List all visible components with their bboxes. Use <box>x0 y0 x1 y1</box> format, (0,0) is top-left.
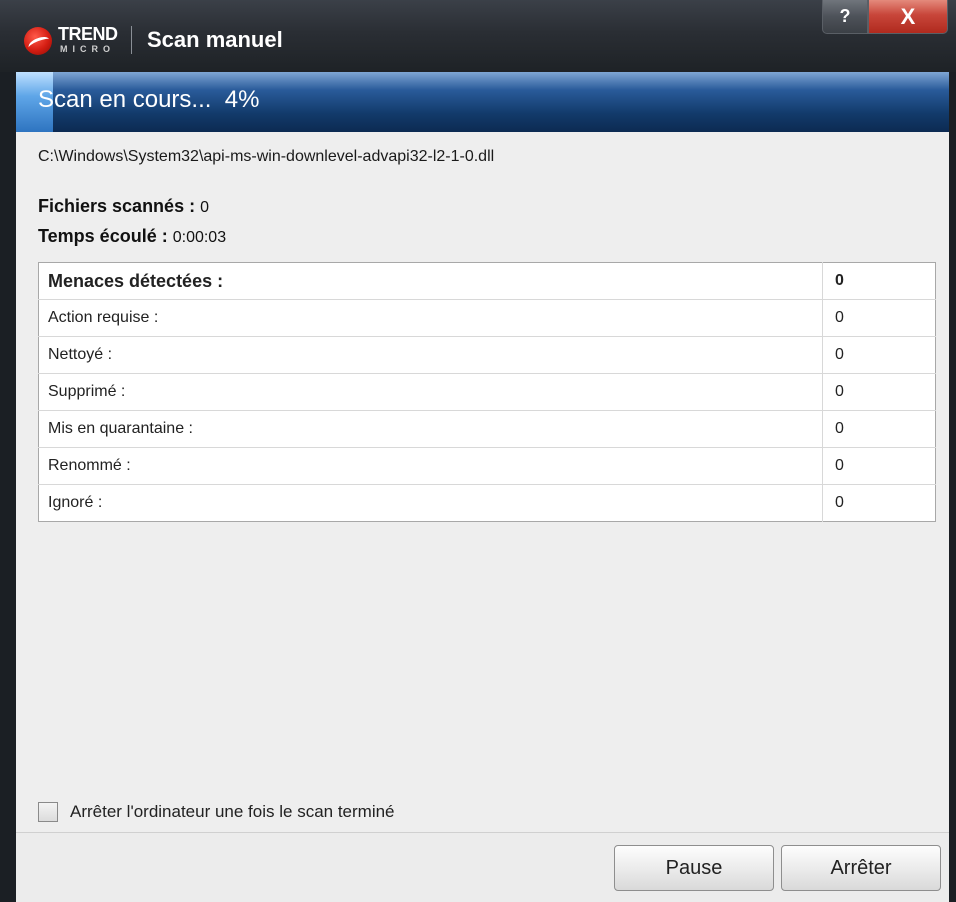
scan-progress-bar: Scan en cours... 4% <box>16 72 949 132</box>
progress-label: Scan en cours... <box>38 86 212 113</box>
logo-brand: TREND <box>58 24 118 44</box>
trend-micro-logo-icon <box>24 27 52 55</box>
elapsed-time-value: 0:00:03 <box>172 229 227 246</box>
row-label: Action requise : <box>38 299 823 337</box>
row-label: Renommé : <box>38 447 823 485</box>
threats-detected-label: Menaces détectées : <box>38 262 823 300</box>
row-value: 0 <box>822 373 936 411</box>
title-separator <box>131 26 132 54</box>
row-value: 0 <box>822 336 936 374</box>
table-row: Supprimé : 0 <box>38 373 936 411</box>
row-value: 0 <box>822 447 936 485</box>
shutdown-label: Arrêter l'ordinateur une fois le scan te… <box>70 802 395 821</box>
row-value: 0 <box>822 410 936 448</box>
table-row: Renommé : 0 <box>38 447 936 485</box>
elapsed-time: Temps écoulé : 0:00:03 <box>38 226 226 247</box>
window-title: Scan manuel <box>147 27 283 52</box>
current-file-path: C:\Windows\System32\api-ms-win-downlevel… <box>38 148 495 165</box>
pause-button[interactable]: Pause <box>614 845 774 891</box>
table-row: Action requise : 0 <box>38 299 936 337</box>
row-label: Ignoré : <box>48 494 103 511</box>
table-row: Mis en quarantaine : 0 <box>38 410 936 448</box>
help-button[interactable]: ? <box>822 0 868 34</box>
row-label: Nettoyé : <box>38 336 823 374</box>
row-value: 0 <box>822 484 936 522</box>
shutdown-option[interactable]: Arrêter l'ordinateur une fois le scan te… <box>38 802 395 822</box>
row-label: Supprimé : <box>38 373 823 411</box>
elapsed-time-label: Temps écoulé : <box>38 226 168 246</box>
shutdown-checkbox[interactable] <box>38 802 58 822</box>
table-row: Nettoyé : 0 <box>38 336 936 374</box>
progress-status: Scan en cours... 4% <box>38 86 259 114</box>
progress-percent: 4% <box>224 86 260 113</box>
files-scanned: Fichiers scannés : 0 <box>38 196 209 217</box>
stop-button[interactable]: Arrêter <box>781 845 941 891</box>
scan-window: TREND MICRO Scan manuel ? X Scan en cour… <box>0 0 956 902</box>
threats-detected-row: Menaces détectées : 0 <box>38 262 936 300</box>
files-scanned-label: Fichiers scannés : <box>38 196 196 216</box>
threats-detected-value: 0 <box>822 262 936 300</box>
footer-bar: Pause Arrêter <box>16 832 949 902</box>
close-button[interactable]: X <box>868 0 948 34</box>
table-row: Ignoré : 0 <box>39 484 936 522</box>
logo-sub: MICRO <box>60 44 115 54</box>
files-scanned-value: 0 <box>200 199 209 216</box>
title-bar[interactable]: TREND MICRO Scan manuel ? X <box>0 0 956 72</box>
row-value: 0 <box>822 299 936 337</box>
threats-table: Menaces détectées : 0 Action requise : 0… <box>38 262 936 522</box>
row-label: Mis en quarantaine : <box>38 410 823 448</box>
content-panel: C:\Windows\System32\api-ms-win-downlevel… <box>16 132 949 832</box>
